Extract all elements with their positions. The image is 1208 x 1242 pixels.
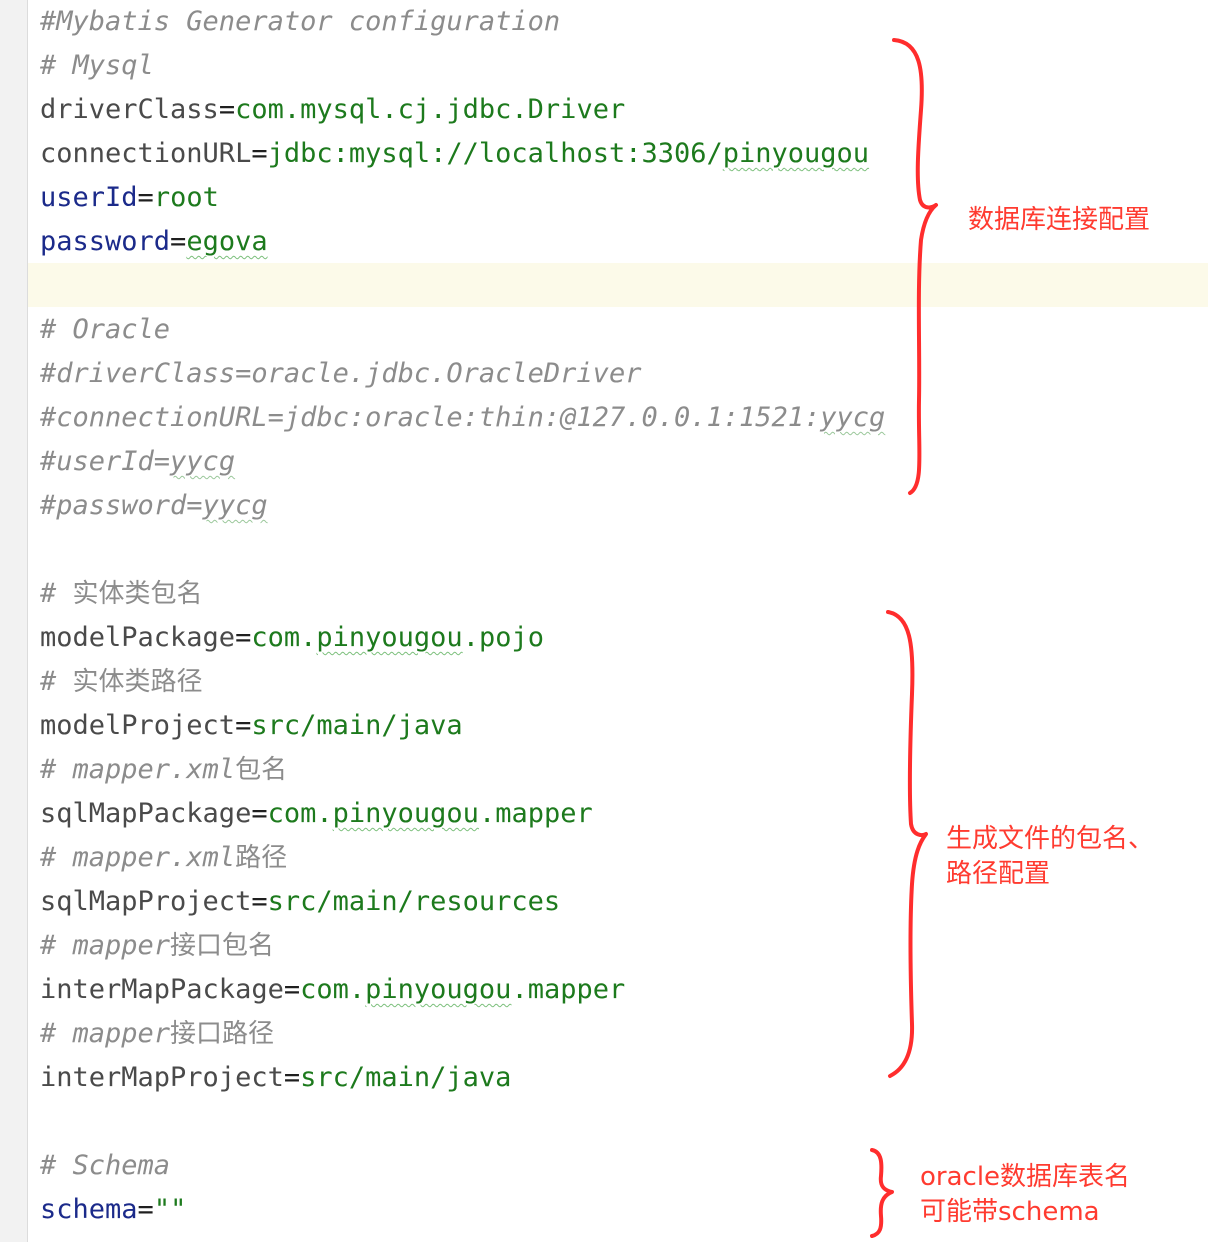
code-line-8: # Oracle [40,314,171,345]
code-line-25: interMapProject=src/main/java [40,1062,512,1093]
code-line-19: sqlMapPackage=com.pinyougou.mapper [40,798,593,829]
code-line-11: #userId=yycg [40,446,236,477]
code-line-4: connectionURL=jdbc:mysql://localhost:330… [40,138,870,169]
spellcheck-underline: yycg [820,402,886,433]
schema-brace [870,1148,894,1238]
spellcheck-underline: egova [186,226,268,257]
code-line-23: interMapPackage=com.pinyougou.mapper [40,974,626,1005]
code-line-3: driverClass=com.mysql.cj.jdbc.Driver [40,94,626,125]
spellcheck-underline: pinyougou [332,798,479,829]
spellcheck-underline: pinyougou [365,974,512,1005]
code-line-22: # mapper接口包名 [40,930,275,961]
code-editor[interactable]: #Mybatis Generator configuration # Mysql… [0,0,1208,1242]
spellcheck-underline: yycg [202,490,268,521]
code-line-14: # 实体类包名 [40,578,203,609]
code-line-5: userId=root [40,182,219,213]
spellcheck-underline: pinyougou [722,138,870,169]
code-line-15: modelPackage=com.pinyougou.pojo [40,622,544,653]
spellcheck-underline: yycg [170,446,236,477]
code-line-27: # Schema [40,1150,171,1181]
path-config-brace [886,610,928,1078]
spellcheck-underline: pinyougou [316,622,463,653]
code-line-10: #connectionURL=jdbc:oracle:thin:@127.0.0… [40,402,886,433]
code-line-21: sqlMapProject=src/main/resources [40,886,561,917]
code-line-17: modelProject=src/main/java [40,710,463,741]
code-line-18: # mapper.xml包名 [40,754,288,785]
path-config-note: 生成文件的包名、 路径配置 [946,824,1155,889]
db-config-brace [892,38,938,495]
code-line-24: # mapper接口路径 [40,1018,275,1049]
code-line-6: password=egova [40,226,268,257]
code-line-9: #driverClass=oracle.jdbc.OracleDriver [40,358,642,389]
code-line-28: schema="" [40,1194,187,1225]
code-line-16: # 实体类路径 [40,666,203,697]
code-line-2: # Mysql [40,50,154,81]
code-line-20: # mapper.xml路径 [40,842,288,873]
schema-note: oracle数据库表名 可能带schema [920,1162,1131,1227]
code-line-1: #Mybatis Generator configuration [40,6,561,37]
db-config-note: 数据库连接配置 [968,205,1151,235]
code-line-12: #password=yycg [40,490,268,521]
